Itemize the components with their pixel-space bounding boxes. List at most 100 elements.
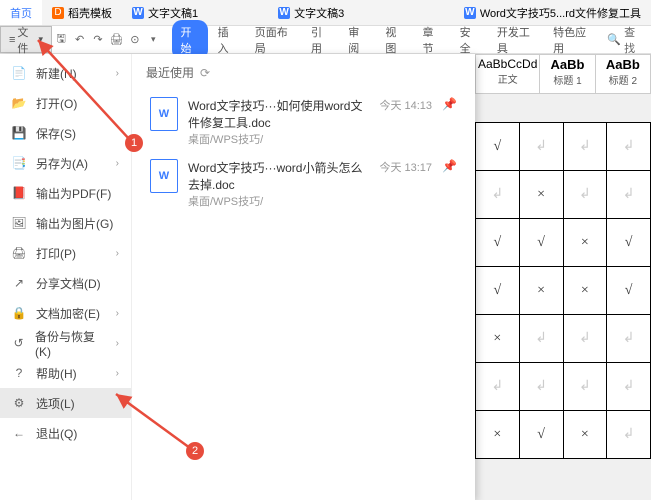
table-cell[interactable]: ↲ [563,171,607,219]
menu-item-label: 备份与恢复(K) [35,328,106,359]
options-icon: ⚙ [12,396,26,410]
file-menu-item-options[interactable]: ⚙选项(L) [0,388,131,418]
saveas-icon: 📑 [12,156,26,170]
chevron-down-icon[interactable]: ▾ [144,30,162,50]
recent-time: 今天 13:17 [379,159,432,175]
table-cell[interactable]: ↲ [607,411,651,459]
doc-icon: W [464,7,476,19]
table-cell[interactable]: √ [607,267,651,315]
chevron-down-icon: ▾ [38,34,43,45]
table-cell[interactable]: √ [519,219,563,267]
file-menu-item-help[interactable]: ?帮助(H)› [0,358,131,388]
table-cell[interactable]: ↲ [607,315,651,363]
recent-header: 最近使用 ⟳ [146,64,461,81]
tab-template[interactable]: D稻壳模板 [42,0,122,25]
style-option[interactable]: AaBbCcDd正文 [476,55,540,93]
annotation-2: 2 [186,442,204,460]
file-menu-item-save[interactable]: 💾 保存(S) [0,118,131,148]
recent-file-item[interactable]: WWord文字技巧···word小箭头怎么去掉.doc桌面/WPS技巧/今天 1… [146,153,461,215]
redo-icon[interactable]: ↷ [89,30,107,50]
recent-title: Word文字技巧···word小箭头怎么去掉.doc [188,159,369,193]
search-button[interactable]: 🔍查找 [599,24,651,56]
table-cell[interactable]: ↲ [607,171,651,219]
table-cell[interactable]: √ [476,219,520,267]
chevron-right-icon: › [116,338,119,349]
doc-icon: W [132,7,144,19]
menu-item-label: 退出(Q) [36,425,77,442]
table-cell[interactable]: ↲ [563,363,607,411]
table-cell[interactable]: ↲ [476,171,520,219]
undo-icon[interactable]: ↶ [70,30,88,50]
tab-label: 首页 [10,5,32,21]
file-menu-item-backup[interactable]: ↺备份与恢复(K)› [0,328,131,358]
file-menu-button[interactable]: ≡ 文件 ▾ [0,26,52,53]
chevron-right-icon: › [116,248,119,259]
file-label: 文件 [17,24,36,56]
menu-item-label: 另存为(A) [36,155,88,172]
recent-path: 桌面/WPS技巧/ [188,193,369,209]
file-menu-item-open[interactable]: 📂打开(O) [0,88,131,118]
file-menu-item-img[interactable]: 🖼输出为图片(G) [0,208,131,238]
hamburger-icon: ≡ [9,34,15,46]
print-icon: 🖨 [12,246,26,260]
table-cell[interactable]: ↲ [607,363,651,411]
table-cell[interactable]: ↲ [563,315,607,363]
file-menu-item-exit[interactable]: ← 退出(Q) [0,418,131,448]
style-gallery: AaBbCcDd正文AaBb标题 1AaBb标题 2 [475,54,651,94]
save-icon[interactable]: 🖫 [52,30,70,50]
table-cell[interactable]: √ [476,123,520,171]
menu-item-label: 输出为PDF(F) [36,185,111,202]
tab-label: 文字文稿3 [294,5,344,21]
table-cell[interactable]: ↲ [519,315,563,363]
recent-label: 最近使用 [146,64,194,81]
chevron-right-icon: › [116,368,119,379]
recent-title: Word文字技巧···如何使用word文件修复工具.doc [188,97,369,131]
new-icon: 📄 [12,66,26,80]
table-cell[interactable]: × [519,171,563,219]
file-menu-item-saveas[interactable]: 📑 另存为(A) › [0,148,131,178]
save-icon: 💾 [12,126,26,140]
table-cell[interactable]: × [563,267,607,315]
refresh-icon[interactable]: ⟳ [200,66,210,80]
preview-icon[interactable]: ⊙ [126,30,144,50]
style-option[interactable]: AaBb标题 1 [540,55,595,93]
lock-icon: 🔒 [12,306,26,320]
exit-icon: ← [12,426,26,440]
annotation-1: 1 [125,134,143,152]
search-icon: 🔍 [607,33,621,46]
pin-icon[interactable]: 📌 [442,97,457,111]
table-cell[interactable]: ↲ [607,123,651,171]
style-name: 正文 [478,71,537,86]
table-cell[interactable]: × [563,411,607,459]
menu-item-label: 打开(O) [36,95,77,112]
chevron-right-icon: › [116,308,119,319]
tab-home[interactable]: 首页 [0,0,42,25]
chevron-right-icon: › [116,158,119,169]
table-cell[interactable]: × [519,267,563,315]
file-menu-item-print[interactable]: 🖨打印(P)› [0,238,131,268]
print-icon[interactable]: 🖨 [107,30,125,50]
menu-item-label: 保存(S) [36,125,76,142]
table-cell[interactable]: × [476,411,520,459]
file-menu-item-pdf[interactable]: 📕输出为PDF(F) [0,178,131,208]
style-option[interactable]: AaBb标题 2 [596,55,650,93]
table-cell[interactable]: √ [607,219,651,267]
file-dropdown: 📄新建(N)›📂打开(O) 💾 保存(S) 📑 另存为(A) › 📕输出为PDF(F)🖼输出… [0,54,475,500]
table-cell[interactable]: × [476,315,520,363]
table-cell[interactable]: ↲ [519,363,563,411]
document-table: √↲↲↲↲×↲↲√√×√√××√×↲↲↲↲↲↲↲×√×↲ [475,122,651,459]
doc-icon: W [150,97,178,131]
recent-file-item[interactable]: WWord文字技巧···如何使用word文件修复工具.doc桌面/WPS技巧/今… [146,91,461,153]
file-menu-item-lock[interactable]: 🔒文档加密(E)› [0,298,131,328]
table-cell[interactable]: ↲ [476,363,520,411]
table-cell[interactable]: √ [519,411,563,459]
style-name: 标题 2 [598,72,648,87]
table-cell[interactable]: × [563,219,607,267]
table-cell[interactable]: ↲ [519,123,563,171]
table-cell[interactable]: √ [476,267,520,315]
file-menu-item-share[interactable]: ↗分享文档(D) [0,268,131,298]
pin-icon[interactable]: 📌 [442,159,457,173]
file-menu-item-new[interactable]: 📄新建(N)› [0,58,131,88]
recent-path: 桌面/WPS技巧/ [188,131,369,147]
table-cell[interactable]: ↲ [563,123,607,171]
